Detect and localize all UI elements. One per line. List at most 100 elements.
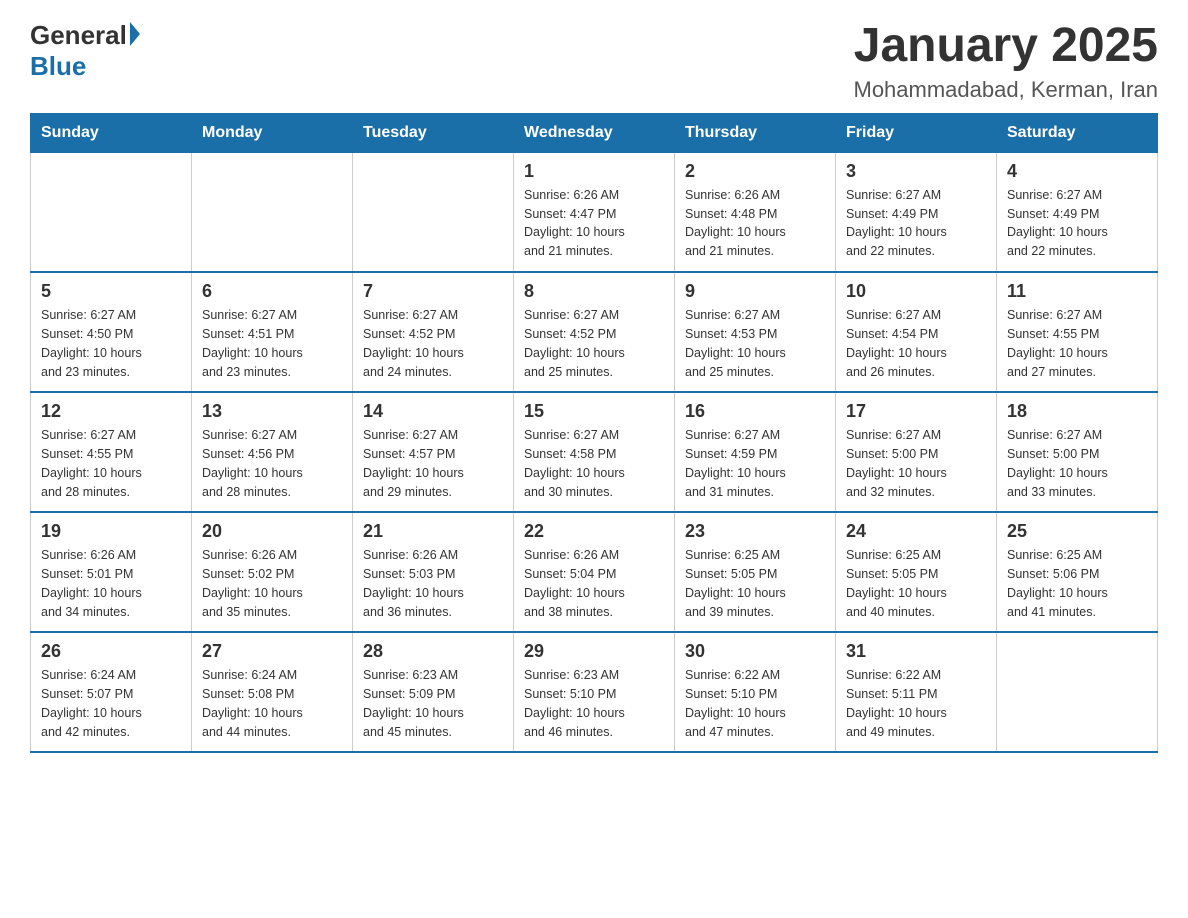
day-number: 13 (202, 401, 342, 422)
logo: General Blue (30, 20, 140, 82)
calendar-day-13: 13Sunrise: 6:27 AMSunset: 4:56 PMDayligh… (192, 392, 353, 512)
day-number: 3 (846, 161, 986, 182)
calendar-header: SundayMondayTuesdayWednesdayThursdayFrid… (31, 113, 1158, 152)
day-number: 5 (41, 281, 181, 302)
calendar-day-1: 1 Sunrise: 6:26 AMSunset: 4:47 PMDaylight… (514, 152, 675, 272)
day-info: Sunrise: 6:22 AMSunset: 5:11 PMDaylight:… (846, 666, 986, 741)
day-info: Sunrise: 6:27 AMSunset: 4:53 PMDaylight:… (685, 306, 825, 381)
day-number: 25 (1007, 521, 1147, 542)
calendar-week-2: 5 Sunrise: 6:27 AMSunset: 4:50 PMDaylight… (31, 272, 1158, 392)
calendar-day-6: 6 Sunrise: 6:27 AMSunset: 4:51 PMDaylight… (192, 272, 353, 392)
day-info: Sunrise: 6:27 AMSunset: 4:52 PMDaylight:… (524, 306, 664, 381)
day-info: Sunrise: 6:25 AMSunset: 5:06 PMDaylight:… (1007, 546, 1147, 621)
day-info: Sunrise: 6:25 AMSunset: 5:05 PMDaylight:… (685, 546, 825, 621)
calendar-day-20: 20 Sunrise: 6:26 AMSunset: 5:02 PMDayligh… (192, 512, 353, 632)
day-number: 23 (685, 521, 825, 542)
calendar-day-5: 5 Sunrise: 6:27 AMSunset: 4:50 PMDaylight… (31, 272, 192, 392)
day-info: Sunrise: 6:23 AMSunset: 5:09 PMDaylight:… (363, 666, 503, 741)
day-number: 14 (363, 401, 503, 422)
calendar-day-24: 24 Sunrise: 6:25 AMSunset: 5:05 PMDayligh… (836, 512, 997, 632)
day-number: 17 (846, 401, 986, 422)
calendar-empty-cell (353, 152, 514, 272)
day-number: 22 (524, 521, 664, 542)
calendar-day-30: 30 Sunrise: 6:22 AMSunset: 5:10 PMDayligh… (675, 632, 836, 752)
weekday-header-saturday: Saturday (997, 113, 1158, 152)
day-info: Sunrise: 6:27 AMSunset: 4:55 PMDaylight:… (41, 426, 181, 501)
calendar-table: SundayMondayTuesdayWednesdayThursdayFrid… (30, 113, 1158, 754)
day-info: Sunrise: 6:27 AMSunset: 4:59 PMDaylight:… (685, 426, 825, 501)
day-number: 21 (363, 521, 503, 542)
calendar-day-10: 10 Sunrise: 6:27 AMSunset: 4:54 PMDayligh… (836, 272, 997, 392)
day-number: 10 (846, 281, 986, 302)
weekday-header-thursday: Thursday (675, 113, 836, 152)
day-info: Sunrise: 6:27 AMSunset: 5:00 PMDaylight:… (846, 426, 986, 501)
day-info: Sunrise: 6:27 AMSunset: 4:51 PMDaylight:… (202, 306, 342, 381)
day-info: Sunrise: 6:26 AMSunset: 5:01 PMDaylight:… (41, 546, 181, 621)
logo-blue: Blue (30, 51, 140, 82)
day-number: 1 (524, 161, 664, 182)
calendar-day-31: 31 Sunrise: 6:22 AMSunset: 5:11 PMDayligh… (836, 632, 997, 752)
calendar-day-16: 16Sunrise: 6:27 AMSunset: 4:59 PMDayligh… (675, 392, 836, 512)
calendar-day-23: 23 Sunrise: 6:25 AMSunset: 5:05 PMDayligh… (675, 512, 836, 632)
calendar-day-8: 8Sunrise: 6:27 AMSunset: 4:52 PMDaylight… (514, 272, 675, 392)
day-number: 28 (363, 641, 503, 662)
day-info: Sunrise: 6:26 AMSunset: 5:03 PMDaylight:… (363, 546, 503, 621)
day-info: Sunrise: 6:26 AMSunset: 4:47 PMDaylight:… (524, 186, 664, 261)
calendar-day-12: 12 Sunrise: 6:27 AMSunset: 4:55 PMDayligh… (31, 392, 192, 512)
page-header: General Blue January 2025 Mohammadabad, … (30, 20, 1158, 103)
calendar-empty-cell (997, 632, 1158, 752)
day-number: 12 (41, 401, 181, 422)
day-number: 6 (202, 281, 342, 302)
calendar-day-7: 7 Sunrise: 6:27 AMSunset: 4:52 PMDaylight… (353, 272, 514, 392)
calendar-subtitle: Mohammadabad, Kerman, Iran (854, 77, 1159, 103)
calendar-day-18: 18 Sunrise: 6:27 AMSunset: 5:00 PMDayligh… (997, 392, 1158, 512)
calendar-week-3: 12 Sunrise: 6:27 AMSunset: 4:55 PMDayligh… (31, 392, 1158, 512)
calendar-day-4: 4 Sunrise: 6:27 AMSunset: 4:49 PMDaylight… (997, 152, 1158, 272)
day-number: 30 (685, 641, 825, 662)
weekday-header-wednesday: Wednesday (514, 113, 675, 152)
day-number: 20 (202, 521, 342, 542)
calendar-day-11: 11Sunrise: 6:27 AMSunset: 4:55 PMDayligh… (997, 272, 1158, 392)
calendar-day-22: 22Sunrise: 6:26 AMSunset: 5:04 PMDayligh… (514, 512, 675, 632)
day-info: Sunrise: 6:27 AMSunset: 4:52 PMDaylight:… (363, 306, 503, 381)
calendar-day-26: 26 Sunrise: 6:24 AMSunset: 5:07 PMDayligh… (31, 632, 192, 752)
day-number: 24 (846, 521, 986, 542)
day-number: 9 (685, 281, 825, 302)
calendar-day-25: 25 Sunrise: 6:25 AMSunset: 5:06 PMDayligh… (997, 512, 1158, 632)
day-info: Sunrise: 6:27 AMSunset: 4:49 PMDaylight:… (846, 186, 986, 261)
calendar-empty-cell (192, 152, 353, 272)
calendar-empty-cell (31, 152, 192, 272)
day-info: Sunrise: 6:27 AMSunset: 4:58 PMDaylight:… (524, 426, 664, 501)
weekday-header-sunday: Sunday (31, 113, 192, 152)
day-number: 7 (363, 281, 503, 302)
weekday-header-row: SundayMondayTuesdayWednesdayThursdayFrid… (31, 113, 1158, 152)
title-block: January 2025 Mohammadabad, Kerman, Iran (854, 20, 1159, 103)
calendar-day-15: 15Sunrise: 6:27 AMSunset: 4:58 PMDayligh… (514, 392, 675, 512)
calendar-day-27: 27Sunrise: 6:24 AMSunset: 5:08 PMDayligh… (192, 632, 353, 752)
weekday-header-monday: Monday (192, 113, 353, 152)
calendar-body: 1 Sunrise: 6:26 AMSunset: 4:47 PMDaylight… (31, 152, 1158, 752)
logo-arrow-icon (130, 22, 140, 46)
day-info: Sunrise: 6:24 AMSunset: 5:07 PMDaylight:… (41, 666, 181, 741)
day-info: Sunrise: 6:27 AMSunset: 5:00 PMDaylight:… (1007, 426, 1147, 501)
calendar-day-28: 28 Sunrise: 6:23 AMSunset: 5:09 PMDayligh… (353, 632, 514, 752)
calendar-title: January 2025 (854, 20, 1159, 73)
calendar-day-21: 21 Sunrise: 6:26 AMSunset: 5:03 PMDayligh… (353, 512, 514, 632)
day-info: Sunrise: 6:27 AMSunset: 4:49 PMDaylight:… (1007, 186, 1147, 261)
calendar-day-19: 19 Sunrise: 6:26 AMSunset: 5:01 PMDayligh… (31, 512, 192, 632)
day-info: Sunrise: 6:25 AMSunset: 5:05 PMDaylight:… (846, 546, 986, 621)
day-info: Sunrise: 6:26 AMSunset: 5:02 PMDaylight:… (202, 546, 342, 621)
calendar-day-29: 29Sunrise: 6:23 AMSunset: 5:10 PMDayligh… (514, 632, 675, 752)
day-info: Sunrise: 6:27 AMSunset: 4:50 PMDaylight:… (41, 306, 181, 381)
day-number: 26 (41, 641, 181, 662)
day-number: 11 (1007, 281, 1147, 302)
day-info: Sunrise: 6:22 AMSunset: 5:10 PMDaylight:… (685, 666, 825, 741)
day-number: 4 (1007, 161, 1147, 182)
day-number: 31 (846, 641, 986, 662)
calendar-week-5: 26 Sunrise: 6:24 AMSunset: 5:07 PMDayligh… (31, 632, 1158, 752)
day-number: 19 (41, 521, 181, 542)
logo-general: General (30, 20, 127, 51)
day-number: 18 (1007, 401, 1147, 422)
day-info: Sunrise: 6:27 AMSunset: 4:54 PMDaylight:… (846, 306, 986, 381)
day-info: Sunrise: 6:26 AMSunset: 4:48 PMDaylight:… (685, 186, 825, 261)
